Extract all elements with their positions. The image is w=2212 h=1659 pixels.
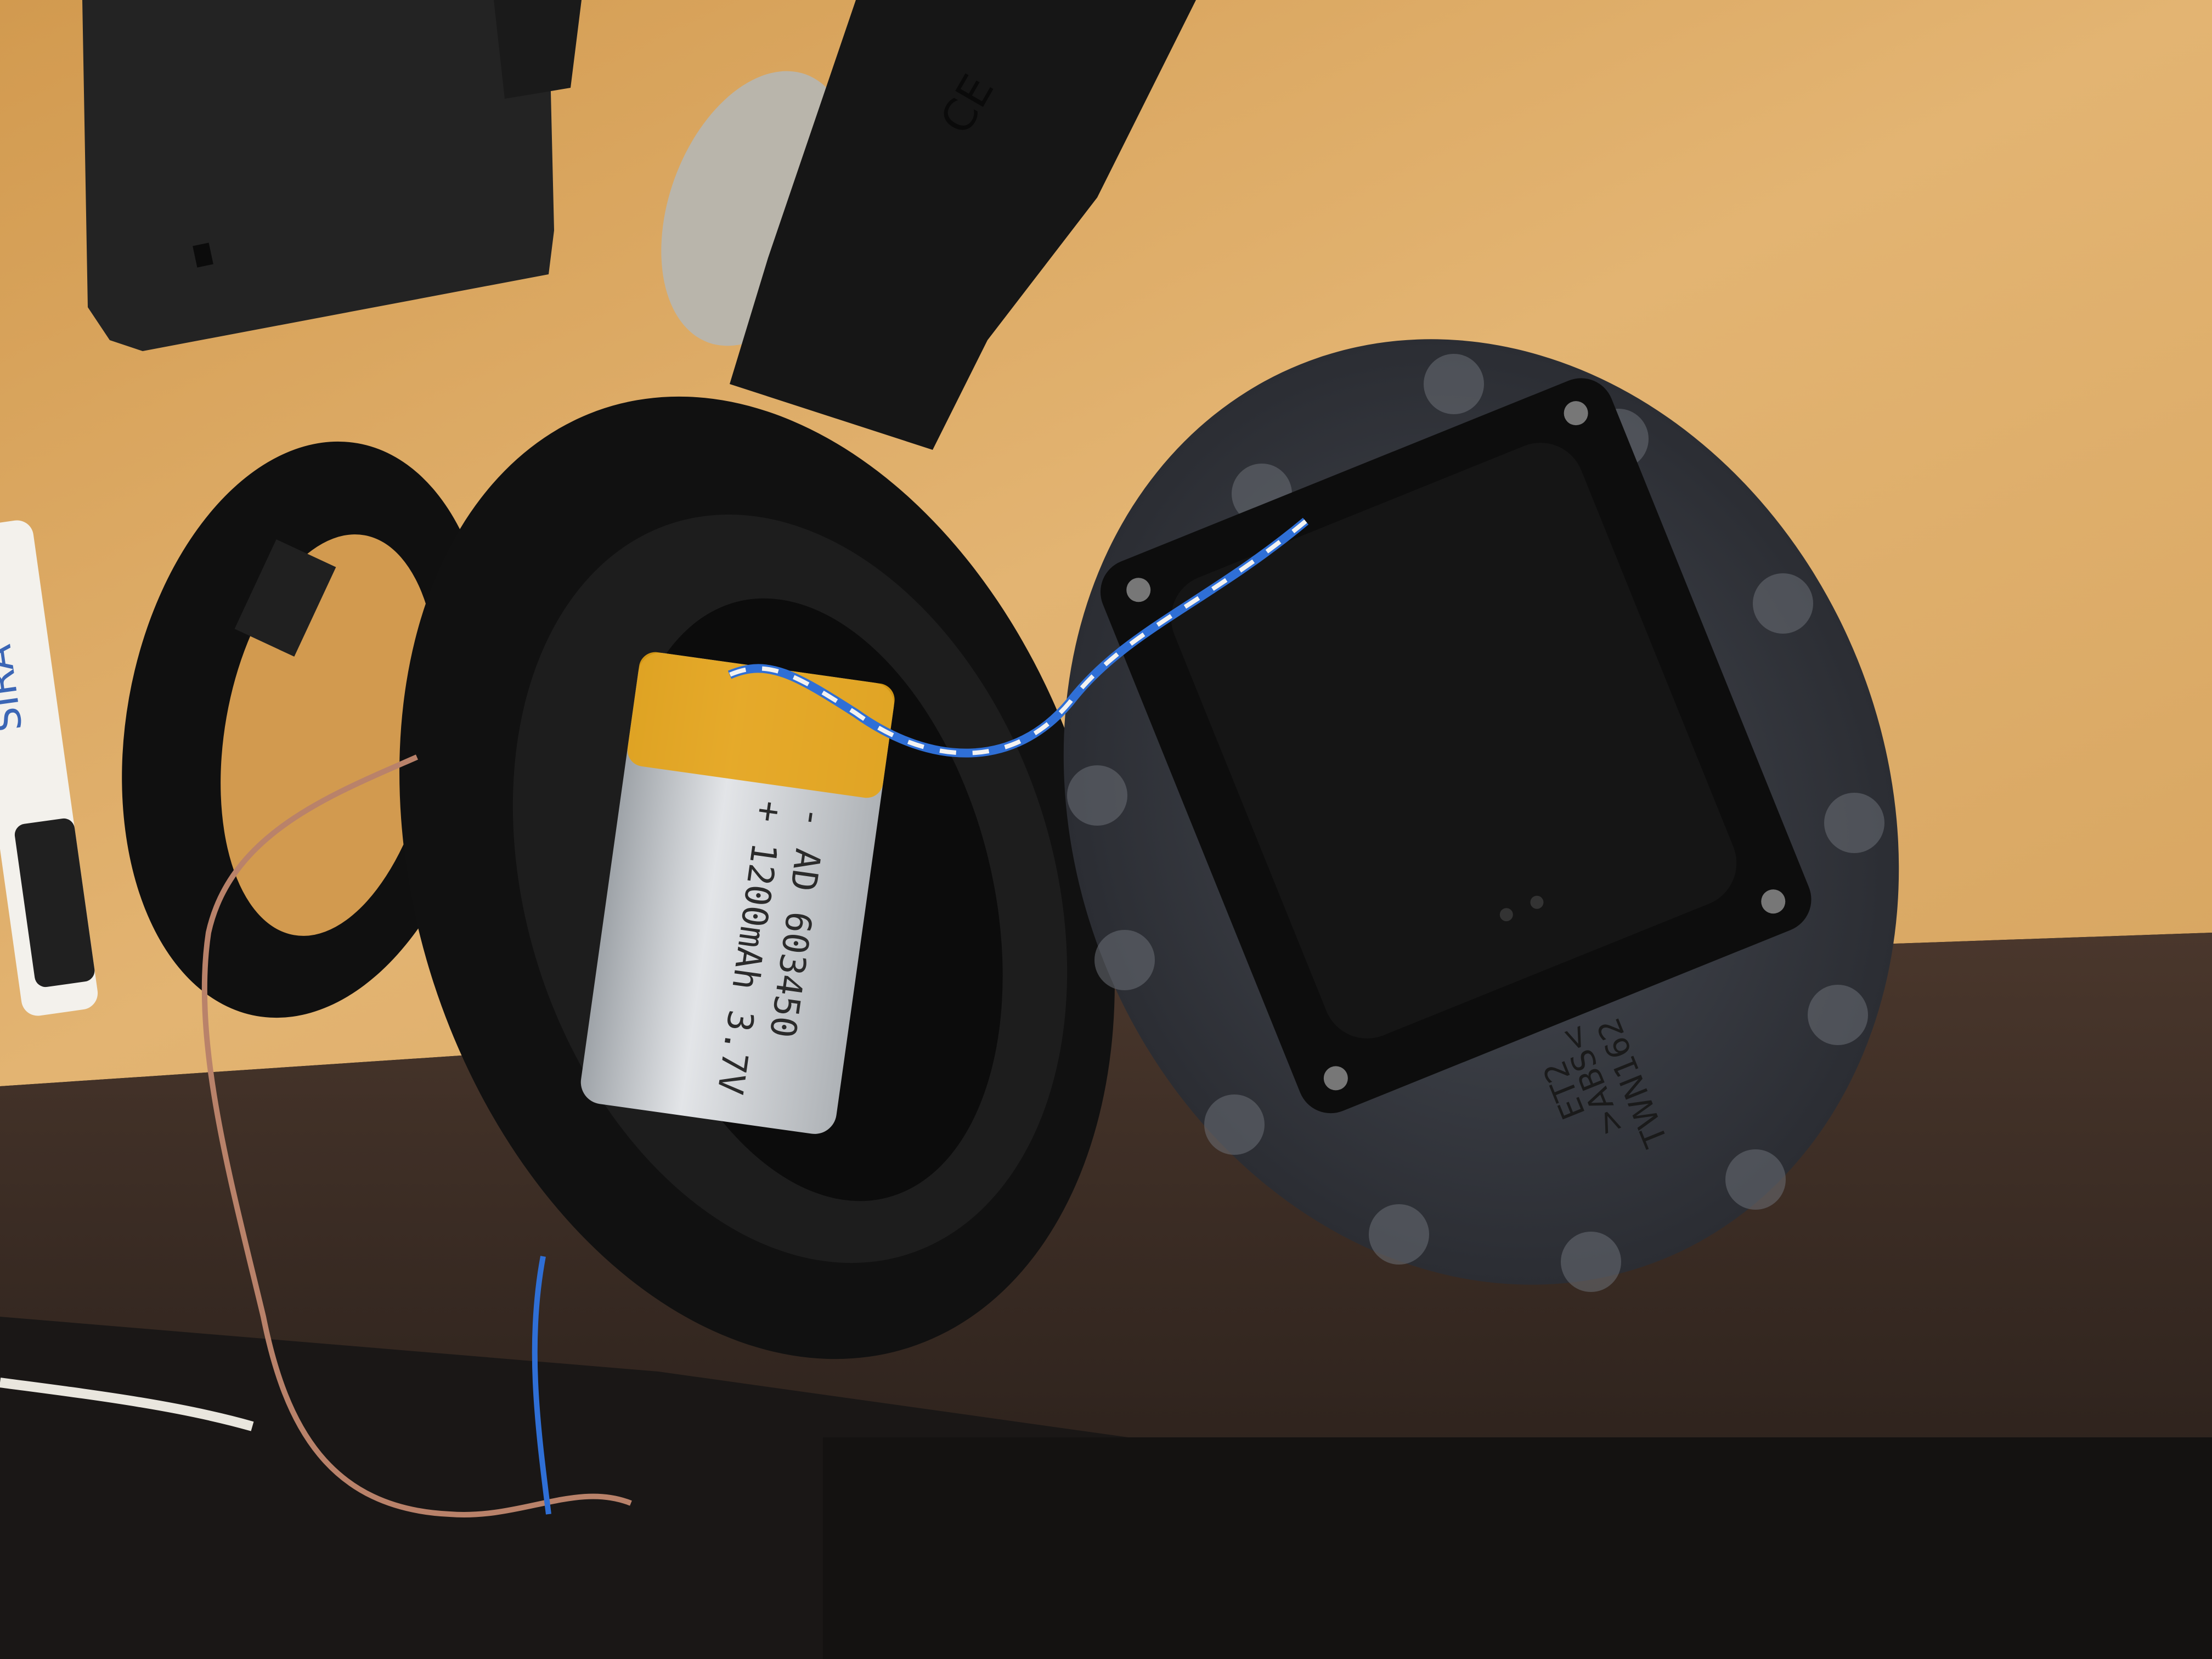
desk-leg	[823, 1437, 2212, 1659]
photo-scene: CE SIRA - AD 603450 + 1200mAh 3.7V TWN16	[0, 0, 2212, 1659]
laptop-vent	[494, 0, 582, 99]
